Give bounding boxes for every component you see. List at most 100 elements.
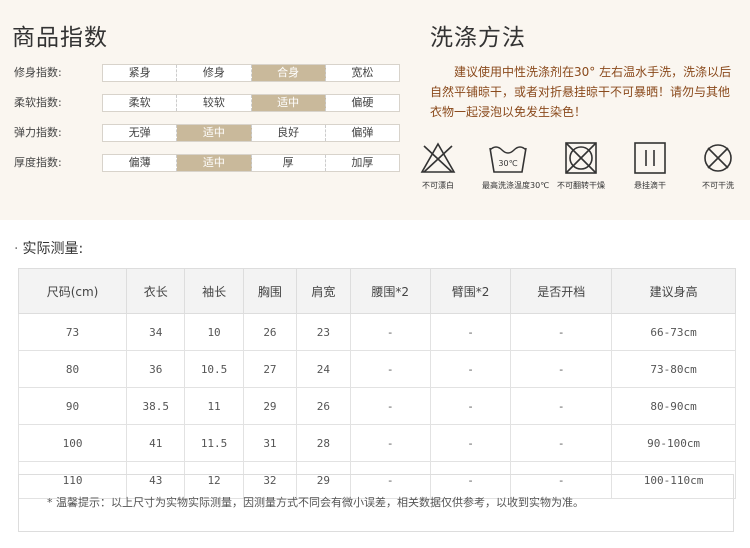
table-cell: - <box>349 350 431 388</box>
table-cell: 41 <box>126 424 186 462</box>
table-cell: - <box>429 313 512 351</box>
table-header-cell: 建议身高 <box>611 268 736 314</box>
table-header-cell: 臂围*2 <box>429 268 512 314</box>
no-dry-clean-icon-box: 不可干洗 <box>692 140 744 191</box>
table-cell: 38.5 <box>126 387 186 425</box>
table-cell: 31 <box>242 424 298 462</box>
index-option: 偏薄 <box>103 155 178 171</box>
table-cell: - <box>349 313 431 351</box>
index-option: 紧身 <box>103 65 178 81</box>
table-cell: - <box>510 424 613 462</box>
table-cell: 26 <box>296 387 351 425</box>
washing-title: 洗涤方法 <box>430 25 526 51</box>
table-cell: - <box>429 387 512 425</box>
index-bar: 柔软 较软 适中 偏硬 <box>102 94 400 112</box>
table-row: 90 38.5 11 29 26- - -80-90cm <box>17 387 736 425</box>
table-cell: 23 <box>296 313 351 351</box>
wash-30-icon: 30℃ <box>489 146 527 173</box>
index-option: 偏硬 <box>351 96 374 109</box>
measurement-title: · 实际测量: <box>14 241 84 257</box>
table-cell: - <box>349 424 431 462</box>
no-dry-clean-icon <box>704 144 732 172</box>
table-cell: 27 <box>242 350 298 388</box>
index-option: 修身 <box>177 65 252 81</box>
index-option: 较软 <box>177 95 252 111</box>
index-option: 宽松 <box>351 66 374 79</box>
icon-label: 不可漂白 <box>422 181 454 190</box>
index-row: 弹力指数: 无弹 适中 良好 偏弹 <box>14 124 400 142</box>
index-row: 修身指数: 紧身 修身 合身 宽松 <box>14 64 400 82</box>
index-label: 弹力指数: <box>14 126 62 139</box>
drip-dry-icon-box: 悬挂滴干 <box>624 140 676 191</box>
icon-label: 不可翻转干燥 <box>557 181 605 190</box>
icon-label: 最高洗涤温度30℃ <box>482 181 550 190</box>
index-label: 柔软指数: <box>14 96 62 109</box>
no-tumble-dry-icon-box: 不可翻转干燥 <box>555 140 607 191</box>
index-row: 柔软指数: 柔软 较软 适中 偏硬 <box>14 94 400 112</box>
measurement-title-text: 实际测量: <box>22 241 84 257</box>
table-row: 100 41 11.5 31 28- - -90-100cm <box>17 424 736 462</box>
drip-dry-icon <box>634 142 666 174</box>
table-cell: - <box>429 350 512 388</box>
index-option: 加厚 <box>351 156 374 169</box>
icon-label: 悬挂滴干 <box>634 181 666 190</box>
table-cell: - <box>510 387 613 425</box>
table-cell: 66-73cm <box>611 313 736 351</box>
table-header-row: 尺码(cm) 衣长 袖长 胸围 肩宽 腰围*2 臂围*2 是否开档 建议身高 <box>17 268 736 314</box>
index-option-selected: 合身 <box>251 65 326 81</box>
table-row: 80 36 10.5 27 24- - -73-80cm <box>17 350 736 388</box>
index-option-selected: 适中 <box>177 155 252 171</box>
table-cell: 10.5 <box>184 350 244 388</box>
table-cell: 73 <box>17 313 128 351</box>
table-cell: 28 <box>296 424 351 462</box>
no-tumble-dry-icon <box>565 142 597 174</box>
table-header-cell: 腰围*2 <box>349 268 431 314</box>
washing-description: 建议使用中性洗涤剂在30° 左右温水手洗，洗涤以后自然平铺晾干，或者对折悬挂晾干… <box>430 65 732 119</box>
table-cell: 90 <box>17 387 128 425</box>
table-cell: 11 <box>184 387 244 425</box>
no-bleach-icon <box>420 142 456 173</box>
table-cell: 100 <box>17 424 128 462</box>
table-cell: 29 <box>242 387 298 425</box>
index-option: 偏弹 <box>351 126 374 139</box>
table-header-cell: 袖长 <box>184 268 244 314</box>
index-option: 柔软 <box>103 95 178 111</box>
index-label: 厚度指数: <box>14 156 62 169</box>
no-bleach-icon-box: 不可漂白 <box>412 140 464 191</box>
table-header-cell: 是否开档 <box>510 268 613 314</box>
index-option-selected: 适中 <box>177 125 252 141</box>
icon-label: 不可干洗 <box>702 181 734 190</box>
index-bar: 无弹 适中 良好 偏弹 <box>102 124 400 142</box>
index-option: 厚 <box>252 155 326 171</box>
index-bar: 偏薄 适中厚 加厚 <box>102 154 400 172</box>
table-cell: 34 <box>126 313 186 351</box>
table-cell: 36 <box>126 350 186 388</box>
table-header-cell: 尺码(cm) <box>17 268 128 314</box>
table-cell: - <box>349 387 431 425</box>
product-index-title: 商品指数 <box>12 25 108 51</box>
index-option: 无弹 <box>103 125 178 141</box>
table-header-cell: 胸围 <box>242 268 298 314</box>
table-row: 73 34 10 26 23- - -66-73cm <box>17 313 736 351</box>
index-option: 良好 <box>252 125 326 141</box>
table-cell: 11.5 <box>184 424 244 462</box>
table-cell: 73-80cm <box>611 350 736 388</box>
size-table: 尺码(cm) 衣长 袖长 胸围 肩宽 腰围*2 臂围*2 是否开档 建议身高 73 34 10 26 2… <box>17 268 736 499</box>
index-option-selected: 适中 <box>251 95 326 111</box>
table-cell: 24 <box>296 350 351 388</box>
size-note: * 温馨提示：以上尺寸为实物实际测量，因测量方式不同会有微小误差，相关数据仅供参… <box>18 474 734 532</box>
table-cell: - <box>510 313 613 351</box>
table-header-cell: 衣长 <box>126 268 186 314</box>
table-cell: 10 <box>184 313 244 351</box>
table-cell: - <box>510 350 613 388</box>
table-cell: - <box>429 424 512 462</box>
index-label: 修身指数: <box>14 66 62 79</box>
index-row: 厚度指数: 偏薄 适中厚 加厚 <box>14 154 400 172</box>
table-cell: 90-100cm <box>611 424 736 462</box>
table-body: 73 34 10 26 23- - -66-73cm 80 36 10.5 27 24- - -73-80… <box>17 313 736 499</box>
table-cell: 80 <box>17 350 128 388</box>
table-header-cell: 肩宽 <box>296 268 351 314</box>
wash-30-icon-box: 30℃ 最高洗涤温度30℃ <box>482 140 550 191</box>
wash-temp-text: 30℃ <box>498 159 517 168</box>
table-cell: 80-90cm <box>611 387 736 425</box>
